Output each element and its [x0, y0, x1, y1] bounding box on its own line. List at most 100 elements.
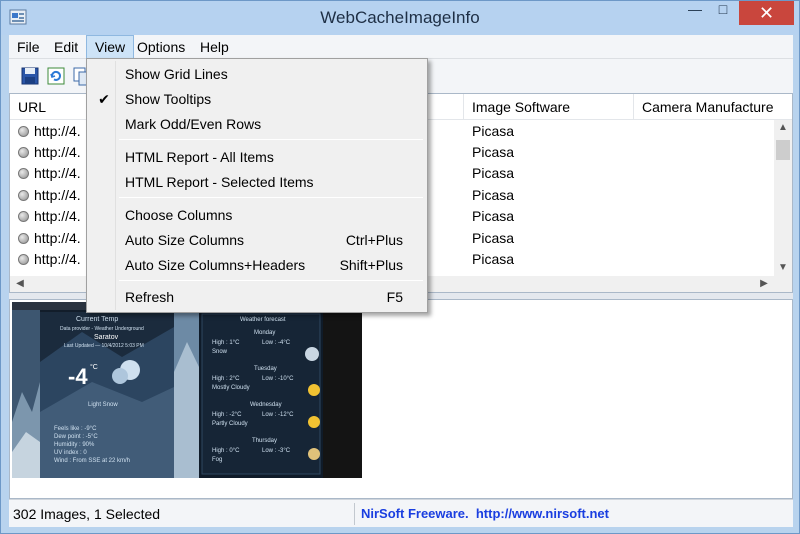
maximize-button[interactable]: □	[709, 1, 737, 25]
status-dot-icon	[18, 233, 29, 244]
preview-forecast-day: Thursday	[252, 438, 278, 444]
preview-forecast-high: High : -2°C	[212, 412, 242, 418]
preview-detail: UV index : 0	[54, 450, 87, 456]
preview-forecast-day: Wednesday	[250, 402, 282, 408]
status-dot-icon	[18, 147, 29, 158]
menu-item-mark-odd-even-rows[interactable]: Mark Odd/Even Rows	[89, 112, 425, 136]
cell-image-software: Picasa	[472, 251, 515, 267]
checkmark-icon: ✔	[98, 91, 110, 107]
image-preview: Current Temp Data provider - Weather Und…	[12, 302, 362, 478]
menu-view[interactable]: View	[86, 35, 135, 59]
scroll-thumb[interactable]	[776, 140, 790, 160]
nirsoft-link[interactable]: NirSoft Freeware. http://www.nirsoft.net	[361, 500, 609, 528]
preview-forecast-day: Tuesday	[254, 366, 277, 372]
menu-item-label: Auto Size Columns+Headers	[125, 257, 306, 273]
status-divider	[354, 503, 355, 525]
preview-detail: Wind : From SSE at 22 km/h	[54, 458, 131, 464]
cell-url: http://4.	[34, 187, 81, 203]
menu-item-label: HTML Report - All Items	[125, 149, 274, 165]
scroll-left-icon[interactable]: ◀	[12, 276, 28, 292]
menu-item-html-report-all[interactable]: HTML Report - All Items	[89, 145, 425, 169]
preview-forecast-low: Low : -12°C	[262, 412, 294, 418]
menu-item-shortcut: F5	[386, 289, 403, 305]
menu-item-html-report-selected[interactable]: HTML Report - Selected Items	[89, 170, 425, 194]
status-dot-icon	[18, 211, 29, 222]
menu-separator	[119, 139, 423, 140]
menu-edit[interactable]: Edit	[46, 35, 86, 59]
preview-temp-unit: °C	[90, 364, 98, 371]
menu-help[interactable]: Help	[192, 35, 237, 59]
preview-forecast-cond: Snow	[212, 349, 228, 355]
app-window: WebCacheImageInfo — □ ✕ File Edit View O…	[0, 0, 800, 534]
menu-item-label: Refresh	[125, 289, 175, 305]
cell-image-software: Picasa	[472, 230, 515, 246]
preview-temp: -4	[68, 364, 88, 389]
scroll-down-icon[interactable]: ▼	[775, 260, 791, 276]
status-dot-icon	[18, 190, 29, 201]
column-header-image-software[interactable]: Image Software	[464, 94, 634, 120]
preview-forecast-low: Low : -10°C	[262, 376, 294, 382]
menu-item-auto-size-columns-headers[interactable]: Auto Size Columns+Headers Shift+Plus	[89, 253, 425, 277]
cell-image-software: Picasa	[472, 123, 515, 139]
cell-image-software: Picasa	[472, 144, 515, 160]
scroll-right-icon[interactable]: ▶	[756, 276, 772, 292]
cell-url: http://4.	[34, 230, 81, 246]
preview-detail: Feels like : -9°C	[54, 426, 97, 432]
cell-image-software: Picasa	[472, 187, 515, 203]
preview-forecast-low: Low : -4°C	[262, 340, 291, 346]
status-dot-icon	[18, 126, 29, 137]
preview-forecast-cond: Mostly Cloudy	[212, 385, 250, 391]
menu-separator	[119, 197, 423, 198]
menu-item-label: Mark Odd/Even Rows	[125, 116, 262, 132]
cell-url: http://4.	[34, 208, 81, 224]
close-button[interactable]: ✕	[739, 1, 794, 25]
status-bar: 302 Images, 1 Selected NirSoft Freeware.…	[9, 499, 793, 527]
preview-forecast-cond: Fog	[212, 457, 223, 463]
menu-file[interactable]: File	[9, 35, 48, 59]
menu-item-label: Auto Size Columns	[125, 232, 245, 248]
preview-forecast-high: High : 1°C	[212, 340, 240, 346]
menu-options[interactable]: Options	[129, 35, 193, 59]
menu-item-shortcut: Shift+Plus	[339, 257, 403, 273]
title-bar[interactable]: WebCacheImageInfo — □ ✕	[1, 1, 799, 35]
menu-item-show-tooltips[interactable]: ✔ Show Tooltips	[89, 87, 425, 111]
column-header-camera-manufacturer[interactable]: Camera Manufacturer	[634, 94, 774, 120]
preview-detail: Dew point : -5°C	[54, 434, 98, 440]
vertical-scrollbar[interactable]: ▲ ▼	[774, 120, 792, 276]
menu-item-label: Show Grid Lines	[125, 66, 228, 82]
cell-url: http://4.	[34, 251, 81, 267]
menu-item-auto-size-columns[interactable]: Auto Size Columns Ctrl+Plus	[89, 228, 425, 252]
preview-forecast-high: High : 2°C	[212, 376, 240, 382]
image-preview-pane: Current Temp Data provider - Weather Und…	[9, 299, 793, 499]
menu-item-shortcut: Ctrl+Plus	[345, 232, 403, 248]
scroll-up-icon[interactable]: ▲	[775, 120, 791, 136]
preview-forecast-heading: Weather forecast	[240, 317, 286, 323]
cell-image-software: Picasa	[472, 208, 515, 224]
cell-image-software: Picasa	[472, 165, 515, 181]
menu-item-refresh[interactable]: Refresh F5	[89, 285, 425, 309]
preview-provider: Data provider - Weather Underground	[60, 326, 144, 332]
cell-url: http://4.	[34, 165, 81, 181]
menu-item-label: HTML Report - Selected Items	[125, 174, 314, 190]
preview-city: Saratov	[94, 334, 119, 341]
menu-separator	[119, 280, 423, 281]
minimize-button[interactable]: —	[681, 1, 709, 25]
window-title: WebCacheImageInfo	[320, 8, 480, 27]
status-dot-icon	[18, 168, 29, 179]
status-dot-icon	[18, 254, 29, 265]
preview-detail: Humidity : 90%	[54, 442, 95, 448]
view-menu-dropdown: Show Grid Lines ✔ Show Tooltips Mark Odd…	[86, 58, 428, 313]
preview-forecast-cond: Partly Cloudy	[212, 421, 248, 427]
status-image-count: 302 Images, 1 Selected	[13, 506, 161, 522]
preview-forecast-low: Low : -3°C	[262, 448, 291, 454]
refresh-icon[interactable]	[45, 65, 67, 87]
preview-current-heading: Current Temp	[76, 316, 119, 323]
cell-url: http://4.	[34, 123, 81, 139]
preview-forecast-high: High : 0°C	[212, 448, 240, 454]
menu-item-label: Choose Columns	[125, 207, 233, 223]
menu-item-choose-columns[interactable]: Choose Columns	[89, 203, 425, 227]
menu-item-show-grid-lines[interactable]: Show Grid Lines	[89, 62, 425, 86]
menu-bar: File Edit View Options Help	[9, 35, 793, 59]
preview-updated: Last Updated — 10/4/2012 5:03 PM	[64, 343, 144, 349]
save-icon[interactable]	[19, 65, 41, 87]
